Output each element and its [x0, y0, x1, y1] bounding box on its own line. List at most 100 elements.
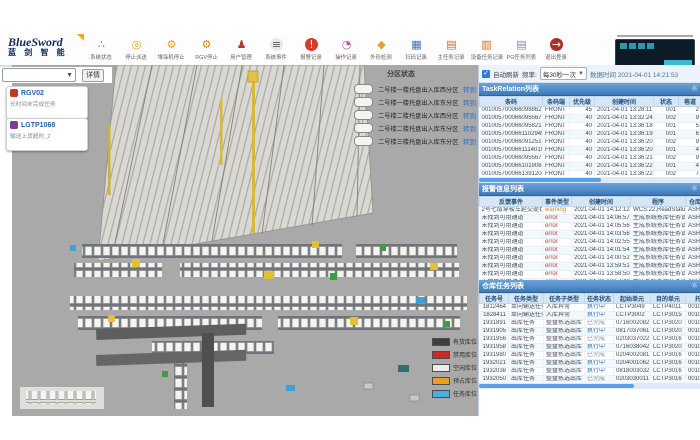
- table-row[interactable]: 1931956出库任务整盘拣选出库已完成0203037022LCTP301600…: [480, 336, 700, 344]
- device-select[interactable]: ▼: [2, 68, 76, 82]
- toolbar-pg-task-list[interactable]: ▤PG任务列表: [504, 35, 539, 63]
- table-row[interactable]: 00100570006611140190FRONT402021-04-01 13…: [480, 147, 700, 155]
- table-cell: 2021-04-01 13:58:50: [572, 271, 631, 279]
- preview-block-icon: [629, 43, 636, 49]
- table-cell: 2021-04-01 13:36:21: [595, 155, 654, 163]
- table-cell: 已完成: [585, 376, 614, 384]
- table-cell: 执行中: [585, 360, 614, 368]
- table-row[interactable]: 1932021出库任务整盘拣选出库执行中0204001062LCTP301600…: [480, 360, 700, 368]
- table-cell: 2021-04-01 13:36:22: [595, 163, 654, 171]
- gear-icon[interactable]: ☼: [691, 282, 698, 290]
- gear-icon[interactable]: ☼: [691, 85, 698, 93]
- toolbar-logout[interactable]: →退出登录: [539, 35, 574, 63]
- table-row[interactable]: 00100570006609556770FRONT402021-04-01 13…: [480, 115, 700, 123]
- toolbar-shape-detection[interactable]: ◆外形检测: [364, 35, 399, 63]
- zone-toggle[interactable]: [354, 97, 373, 107]
- table-cell: 40: [570, 131, 595, 139]
- zone-toggle[interactable]: [354, 123, 373, 133]
- toolbar-rgv-stop[interactable]: ⚙RGV停止: [189, 35, 224, 63]
- table-row[interactable]: 1931905出库任务整盘拣选出库执行中0817037061LCTP302000…: [480, 328, 700, 336]
- auto-refresh-checkbox[interactable]: ✓: [482, 70, 490, 78]
- zone-label: 二号楼二楼托盘出入库西分区: [378, 110, 458, 120]
- table-row[interactable]: 未找到可用通道error2021-04-01 14:00:52生成系统拣库任务请…: [480, 255, 700, 263]
- table-row[interactable]: 1931958出库任务整盘拣选出库执行中0716038042LCTP302000…: [480, 344, 700, 352]
- table-cell: 40: [570, 163, 595, 171]
- table-cell: ASRS,LG2: [686, 271, 700, 279]
- table-row[interactable]: 未找到可用通道error2021-04-01 13:59:51生成系统拣库任务请…: [480, 263, 700, 271]
- zone-goto-link[interactable]: 转到: [463, 110, 476, 120]
- table-row[interactable]: 00100570006610190639FRONT402021-04-01 13…: [480, 163, 700, 171]
- toolbar-device-task-records[interactable]: ▥设备任务记录: [469, 35, 504, 63]
- toolbar-system-status[interactable]: ∴系统状态: [84, 35, 119, 63]
- device-card-rgv02[interactable]: RGV02长时间未完成任务: [6, 86, 88, 119]
- table-row[interactable]: 未找到可用通道error2021-04-01 14:03:56生成系统拣库任务请…: [480, 231, 700, 239]
- table-cell: 00100570006606: [686, 328, 700, 336]
- main-task-records-icon: ▤: [445, 38, 458, 51]
- table-cell: 出库任务: [509, 320, 544, 328]
- table-row[interactable]: 1932038出库任务整盘拣选出库执行中0818003032LCTP301600…: [480, 368, 700, 376]
- table-row[interactable]: 未找到可用通道error2021-04-01 14:06:57生成系统拣库任务请…: [480, 215, 700, 223]
- scan-records-icon: ▦: [410, 38, 423, 51]
- table-row[interactable]: 未找到可用通道error2021-04-01 14:05:56生成系统拣库任务请…: [480, 223, 700, 231]
- table-row[interactable]: 00100570006609886219FRONT452021-04-01 13…: [480, 107, 700, 115]
- zone-toggle[interactable]: [354, 136, 373, 146]
- toolbar-alarm-records[interactable]: !报警记录: [294, 35, 329, 63]
- table-cell: 生成系统拣库任务请求: [631, 223, 686, 231]
- table-cell: 1931980: [480, 352, 509, 360]
- table-row[interactable]: 1812464单向输送任务入库异常执行中LCTP3049LCTP40110010…: [480, 304, 700, 312]
- zone-toggle[interactable]: [354, 110, 373, 120]
- table-row[interactable]: 未找到可用通道error2021-04-01 13:58:50生成系统拣库任务请…: [480, 271, 700, 279]
- shape-detection-icon: ◆: [375, 38, 388, 51]
- task-relation-scrollbar[interactable]: [479, 177, 700, 183]
- toolbar-label: 报警记录: [301, 52, 323, 60]
- rgv-stop-icon: ⚙: [200, 38, 213, 51]
- toolbar-system-events[interactable]: ≡系统事件: [259, 35, 294, 63]
- table-cell: 入库异常: [544, 312, 585, 320]
- table-cell: 1931958: [480, 344, 509, 352]
- table-row[interactable]: 1828411单向输送任务入库异常执行中LCTP3002LCTP30150010…: [480, 312, 700, 320]
- table-cell: 0716002082: [614, 320, 651, 328]
- gear-icon[interactable]: ☼: [691, 185, 698, 193]
- table-row[interactable]: 1931980出库任务整盘拣选出库已完成0204002081LCTP301600…: [480, 352, 700, 360]
- table-row[interactable]: 未找到可用通道error2021-04-01 14:02:55生成系统拣库任务请…: [480, 239, 700, 247]
- toolbar-stop-dispatch[interactable]: ◎停止派送: [119, 35, 154, 63]
- toolbar-stacker-stop[interactable]: ⚙堆垛机停止: [154, 35, 189, 63]
- toolbar-user-management[interactable]: ♟用户管理: [224, 35, 259, 63]
- table-row[interactable]: 1932050出库任务整盘拣选出库已完成0203030011LCTP301600…: [480, 376, 700, 384]
- zone-goto-link[interactable]: 转到: [463, 97, 476, 107]
- table-cell: 生成系统拣库任务请求: [631, 263, 686, 271]
- zone-toggle[interactable]: [354, 84, 373, 94]
- alarms-table: 反馈事件事件类型创建时间程序仓库编号2号七层穿梭车延交提状态异常warning2…: [479, 196, 700, 280]
- table-row[interactable]: 未找到可用通道error2021-04-01 14:01:54生成系统拣库任务请…: [480, 247, 700, 255]
- table-cell: 00100570006606: [686, 336, 700, 344]
- table-cell: 00100570006610: [686, 312, 700, 320]
- table-cell: 已完成: [585, 352, 614, 360]
- table-cell: 2021-04-01 14:03:56: [572, 231, 631, 239]
- zone-goto-link[interactable]: 转到: [463, 136, 476, 146]
- system-status-icon: ∴: [95, 38, 108, 51]
- table-row[interactable]: 00100570006611029457FRONT402021-04-01 13…: [480, 131, 700, 139]
- detail-button[interactable]: 详情: [82, 69, 104, 82]
- table-cell: 执行中: [585, 344, 614, 352]
- table-row[interactable]: 1931891出库任务整盘拣选出库已完成0716002082LCTP302000…: [480, 320, 700, 328]
- table-row[interactable]: 00100570006609556770FRONT402021-04-01 13…: [480, 155, 700, 163]
- table-cell: warning: [543, 207, 572, 215]
- table-cell: LCTP3002: [614, 312, 651, 320]
- zone-goto-link[interactable]: 转到: [463, 123, 476, 133]
- table-row[interactable]: 未找到可用通道error2021-04-01 13:57:49生成系统拣库任务请…: [480, 279, 700, 281]
- zone-goto-link[interactable]: 转到: [463, 84, 476, 94]
- legend-swatch: [432, 364, 450, 372]
- table-cell: 2021-04-01 13:32:24: [595, 115, 654, 123]
- table-row[interactable]: 2号七层穿梭车延交提状态异常warning2021-04-01 14:12:12…: [480, 207, 700, 215]
- table-row[interactable]: 00100570006609125123FRONT402021-04-01 13…: [480, 139, 700, 147]
- device-card-lgtp1068[interactable]: LGTP1068输送上货超时_2: [6, 118, 88, 151]
- warehouse-tasks-scrollbar[interactable]: [479, 383, 700, 389]
- toolbar-operation-records[interactable]: ◔操作记录: [329, 35, 364, 63]
- zone-label: 二号楼一楼托盘出入库东分区: [378, 97, 458, 107]
- toolbar-scan-records[interactable]: ▦扫码记录: [399, 35, 434, 63]
- toolbar-main-task-records[interactable]: ▤主任务记录: [434, 35, 469, 63]
- minimized-window-preview[interactable]: [615, 39, 695, 68]
- table-row[interactable]: 00100570006609582162FRONT402021-04-01 13…: [480, 123, 700, 131]
- table-cell: 出库任务: [509, 336, 544, 344]
- frequency-select[interactable]: 每30秒一次 ▼: [540, 67, 587, 80]
